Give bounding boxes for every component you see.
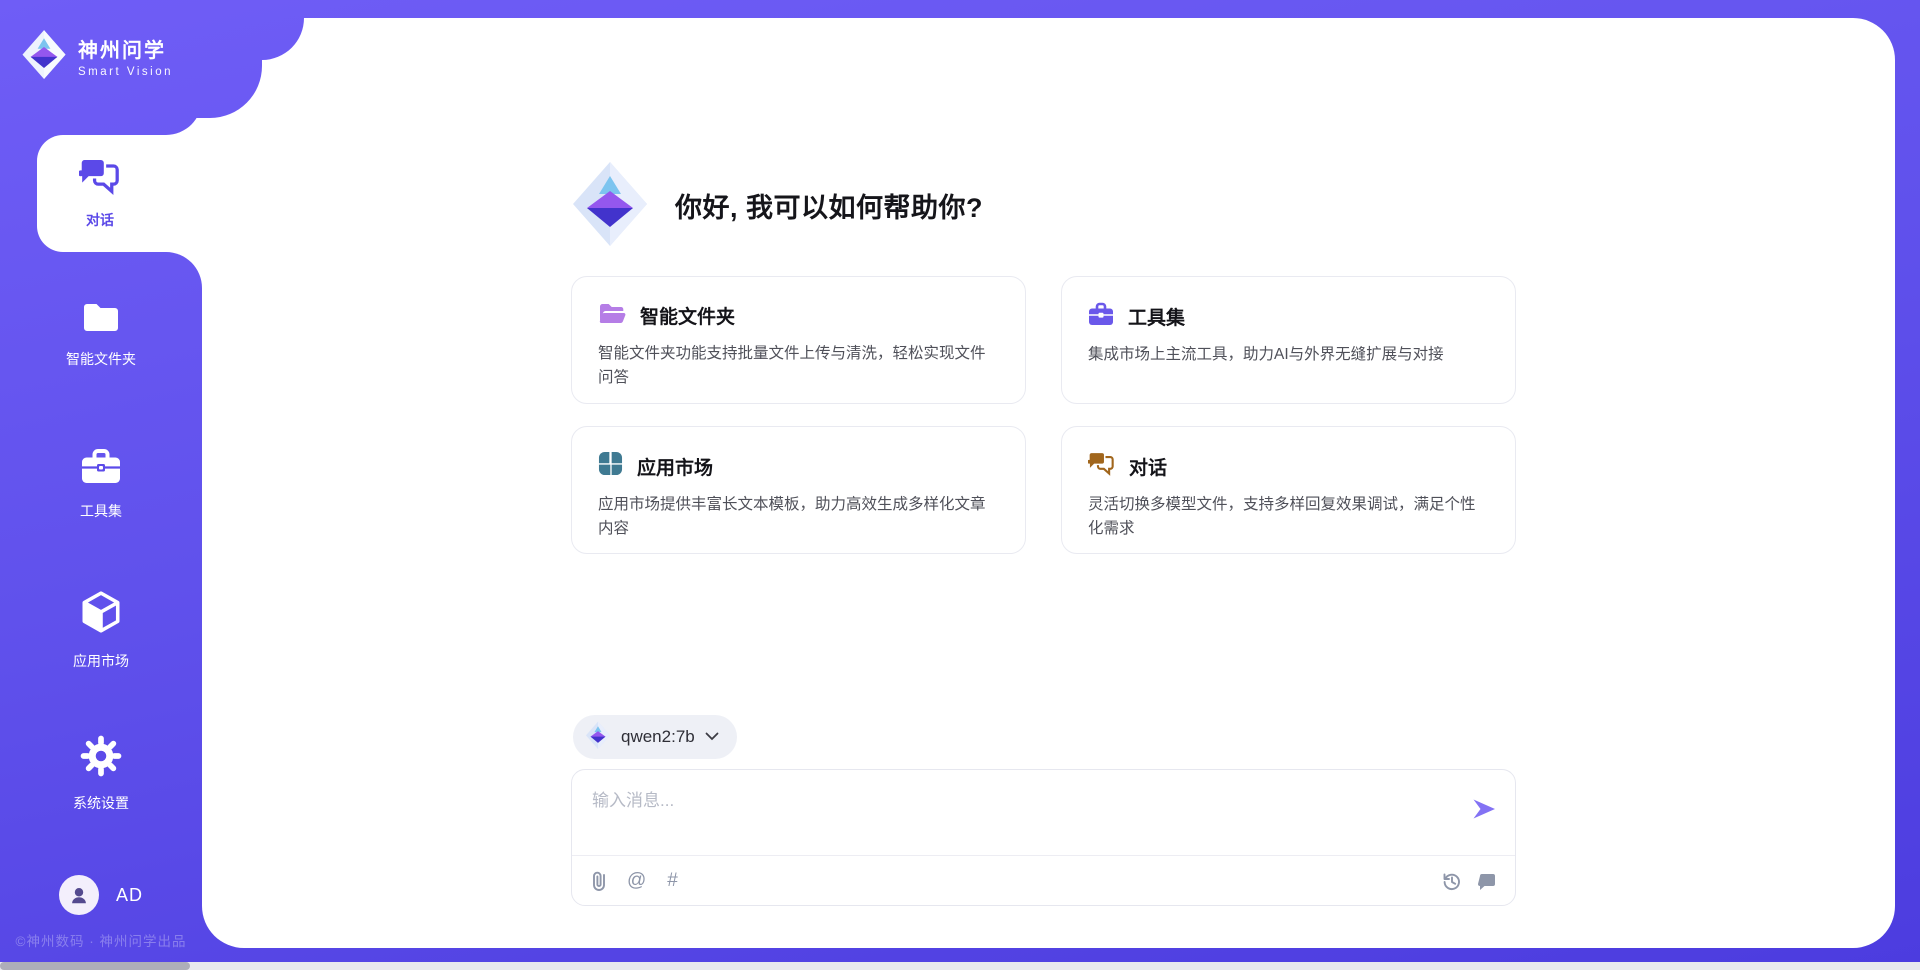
card-description: 集成市场上主流工具，助力AI与外界无缝扩展与对接 (1088, 343, 1489, 367)
blob-curve (262, 18, 304, 60)
diamond-gem-icon (585, 721, 611, 754)
card-title: 智能文件夹 (640, 302, 735, 329)
scrollbar-thumb[interactable] (0, 962, 190, 970)
send-button[interactable] (1469, 794, 1499, 824)
user-profile[interactable]: AD (59, 875, 143, 915)
briefcase-icon (1088, 301, 1114, 331)
card-title: 对话 (1129, 453, 1167, 480)
sidebar-item-label: 工具集 (80, 501, 122, 521)
history-icon[interactable] (1442, 871, 1462, 891)
assistant-logo-icon (571, 160, 649, 251)
chat-bubbles-icon (1088, 451, 1115, 481)
model-name: qwen2:7b (621, 727, 695, 747)
copyright-text: ©神州数码 · 神州问学出品 (0, 930, 202, 950)
sidebar-item-label: 系统设置 (73, 793, 129, 813)
model-selector[interactable]: qwen2:7b (573, 715, 737, 759)
horizontal-scrollbar[interactable] (0, 962, 1920, 970)
user-name: AD (116, 885, 143, 906)
feature-cards: 智能文件夹 智能文件夹功能支持批量文件上传与清洗，轻松实现文件问答 工具集 (571, 276, 1516, 554)
input-toolbar: @ # (572, 855, 1515, 905)
sidebar-item-settings[interactable]: 系统设置 (0, 734, 202, 813)
card-chat[interactable]: 对话 灵活切换多模型文件，支持多样回复效果调试，满足个性化需求 (1061, 426, 1516, 554)
chevron-down-icon (705, 728, 719, 746)
card-title: 应用市场 (637, 453, 713, 480)
tab-curve-bottom (166, 252, 202, 288)
briefcase-icon (80, 446, 122, 491)
card-description: 智能文件夹功能支持批量文件上传与清洗，轻松实现文件问答 (598, 342, 999, 390)
sidebar-item-label: 对话 (86, 210, 114, 230)
diamond-gem-icon (20, 29, 68, 84)
app: 你好, 我可以如何帮助你? 智能文件夹 智能文件夹功能支持批量文件上传与清洗，轻… (0, 0, 1920, 970)
user-avatar-icon (59, 875, 99, 915)
greeting: 你好, 我可以如何帮助你? (571, 160, 983, 251)
card-description: 灵活切换多模型文件，支持多样回复效果调试，满足个性化需求 (1088, 493, 1489, 541)
paperclip-icon[interactable] (592, 870, 606, 892)
sidebar-item-app-market[interactable]: 应用市场 (0, 590, 202, 671)
sidebar-item-label: 应用市场 (73, 651, 129, 671)
main-panel: 你好, 我可以如何帮助你? 智能文件夹 智能文件夹功能支持批量文件上传与清洗，轻… (202, 18, 1895, 948)
brand-subtitle: Smart Vision (78, 66, 173, 78)
folder-icon (81, 300, 121, 339)
gear-icon (79, 734, 123, 783)
folder-open-icon (598, 301, 626, 330)
chat-input-box: @ # (571, 769, 1516, 906)
card-description: 应用市场提供丰富长文本模板，助力高效生成多样化文章内容 (598, 493, 999, 541)
apps-grid-icon (598, 451, 623, 481)
brand-header: 神州问学 Smart Vision (0, 0, 262, 118)
message-icon[interactable] (1478, 872, 1497, 890)
chat-bubbles-icon (79, 157, 121, 200)
sidebar-item-toolset[interactable]: 工具集 (0, 446, 202, 521)
card-app-market[interactable]: 应用市场 应用市场提供丰富长文本模板，助力高效生成多样化文章内容 (571, 426, 1026, 554)
hash-icon[interactable]: # (667, 870, 678, 892)
brand-name: 神州问学 (78, 34, 173, 63)
card-toolset[interactable]: 工具集 集成市场上主流工具，助力AI与外界无缝扩展与对接 (1061, 276, 1516, 404)
at-sign-icon[interactable]: @ (627, 870, 646, 892)
card-title: 工具集 (1128, 303, 1185, 330)
card-smart-folder[interactable]: 智能文件夹 智能文件夹功能支持批量文件上传与清洗，轻松实现文件问答 (571, 276, 1026, 404)
cube-icon (80, 590, 122, 641)
greeting-text: 你好, 我可以如何帮助你? (675, 186, 983, 225)
sidebar-item-label: 智能文件夹 (66, 349, 136, 369)
sidebar-item-chat[interactable]: 对话 (37, 135, 202, 252)
sidebar-item-smart-folder[interactable]: 智能文件夹 (0, 300, 202, 369)
message-input[interactable] (592, 786, 1448, 856)
